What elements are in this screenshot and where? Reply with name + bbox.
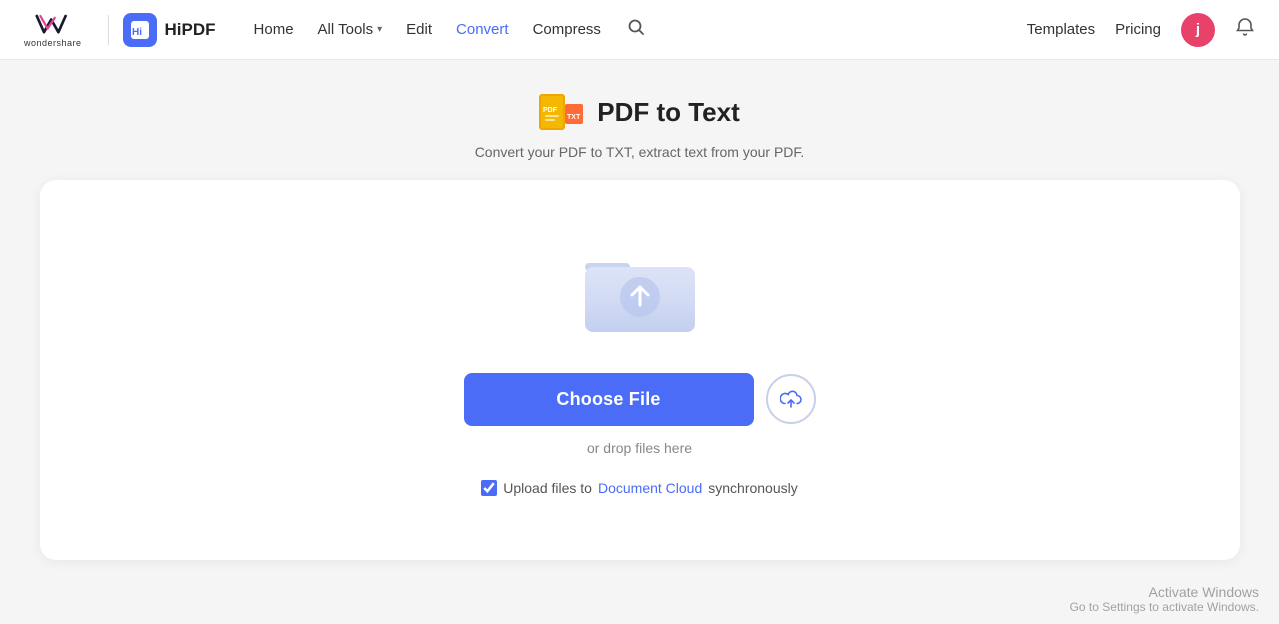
- header: wondershare Hi HiPDF Home All Tools ▾ Ed…: [0, 0, 1279, 60]
- nav-compress[interactable]: Compress: [523, 15, 611, 44]
- page-subtitle: Convert your PDF to TXT, extract text fr…: [475, 144, 805, 160]
- nav-convert[interactable]: Convert: [446, 15, 519, 44]
- header-right: Templates Pricing j: [1027, 13, 1255, 47]
- activate-windows-title: Activate Windows: [1070, 584, 1259, 600]
- hipdf-icon: Hi: [123, 13, 157, 47]
- svg-text:PDF: PDF: [543, 107, 558, 114]
- drop-hint: or drop files here: [587, 440, 692, 456]
- header-divider: [108, 15, 109, 45]
- choose-file-row: Choose File: [464, 373, 816, 426]
- main-content: PDF TXT PDF to Text Convert your PDF to …: [0, 60, 1279, 580]
- pdf-to-txt-icon: PDF TXT: [539, 90, 583, 134]
- svg-text:TXT: TXT: [567, 114, 581, 121]
- wondershare-label: wondershare: [24, 38, 82, 48]
- all-tools-chevron-icon: ▾: [377, 24, 382, 35]
- wondershare-logo[interactable]: wondershare: [24, 12, 82, 48]
- nav-pricing[interactable]: Pricing: [1115, 21, 1161, 38]
- page-header: PDF TXT PDF to Text Convert your PDF to …: [475, 90, 805, 160]
- avatar[interactable]: j: [1181, 13, 1215, 47]
- upload-card: Choose File or drop files here Upload fi…: [40, 180, 1240, 560]
- upload-folder-icon: [580, 245, 700, 345]
- choose-file-button[interactable]: Choose File: [464, 373, 754, 426]
- nav-templates[interactable]: Templates: [1027, 21, 1095, 38]
- search-icon[interactable]: [615, 12, 657, 47]
- upload-checkbox-label: Upload files to: [503, 480, 592, 496]
- main-nav: Home All Tools ▾ Edit Convert Compress: [244, 12, 657, 47]
- header-left: wondershare Hi HiPDF Home All Tools ▾ Ed…: [24, 12, 657, 48]
- document-cloud-link[interactable]: Document Cloud: [598, 480, 702, 496]
- nav-home[interactable]: Home: [244, 15, 304, 44]
- hipdf-label: HiPDF: [165, 20, 216, 40]
- bell-icon[interactable]: [1235, 17, 1255, 42]
- upload-sync-label: synchronously: [708, 480, 798, 496]
- hipdf-logo[interactable]: Hi HiPDF: [123, 13, 216, 47]
- upload-cloud-checkbox[interactable]: [481, 480, 497, 496]
- page-title: PDF to Text: [597, 97, 740, 128]
- svg-text:Hi: Hi: [132, 27, 142, 38]
- nav-all-tools[interactable]: All Tools ▾: [308, 15, 393, 44]
- nav-edit[interactable]: Edit: [396, 15, 442, 44]
- page-title-row: PDF TXT PDF to Text: [539, 90, 740, 134]
- cloud-upload-button[interactable]: [766, 374, 816, 424]
- activate-windows-watermark: Activate Windows Go to Settings to activ…: [1070, 584, 1259, 614]
- activate-windows-subtitle: Go to Settings to activate Windows.: [1070, 600, 1259, 614]
- upload-options: Upload files to Document Cloud synchrono…: [481, 480, 798, 496]
